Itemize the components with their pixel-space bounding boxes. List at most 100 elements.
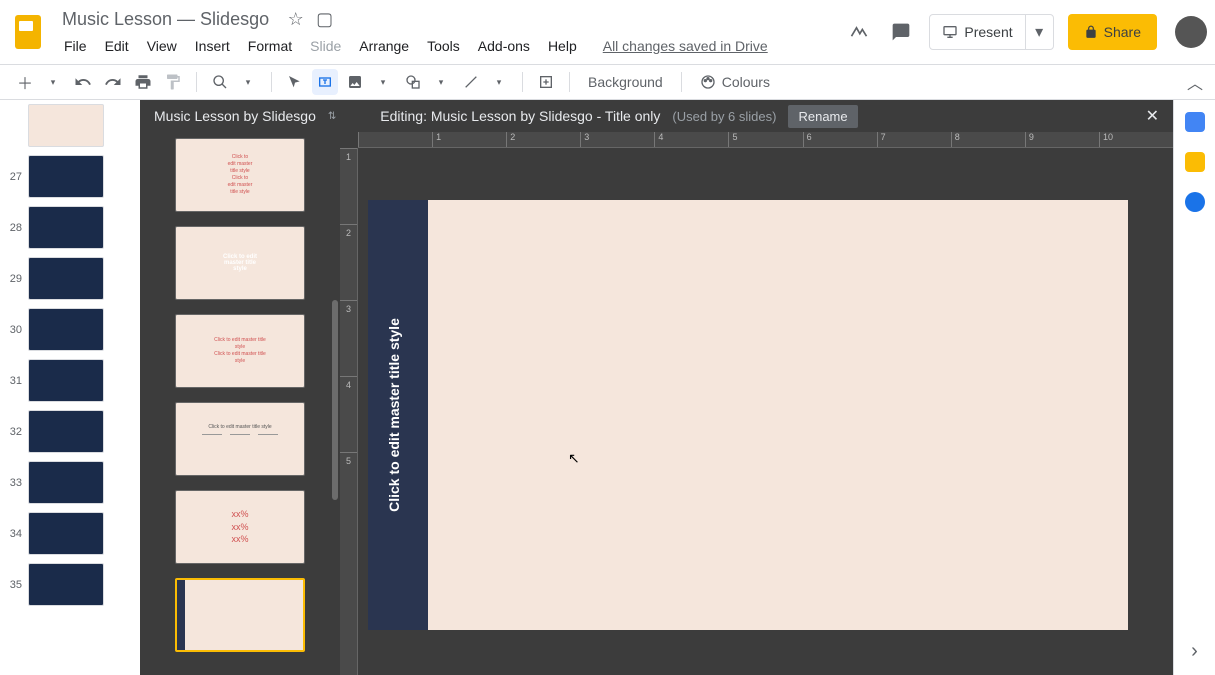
- expand-sidepanel-icon[interactable]: ›: [1191, 640, 1198, 663]
- slide-number: 28: [8, 222, 22, 234]
- layout-thumb[interactable]: xx%xx%xx%: [175, 490, 305, 564]
- slide-thumb[interactable]: [28, 206, 104, 249]
- slide-thumb[interactable]: [28, 257, 104, 300]
- tasks-addon-icon[interactable]: [1185, 192, 1205, 212]
- zoom-dropdown[interactable]: ▾: [235, 69, 261, 95]
- slide-row[interactable]: 34: [8, 512, 140, 555]
- slide-number: 32: [8, 426, 22, 438]
- slide-thumb[interactable]: [28, 104, 104, 147]
- line-tool[interactable]: [458, 69, 484, 95]
- master-title-placeholder[interactable]: Click to edit master title style: [386, 318, 402, 512]
- slide-row[interactable]: 33: [8, 461, 140, 504]
- share-label: Share: [1104, 24, 1141, 40]
- slide-thumb[interactable]: [28, 155, 104, 198]
- menu-arrange[interactable]: Arrange: [351, 34, 417, 58]
- menu-slide: Slide: [302, 34, 349, 58]
- layout-thumb[interactable]: [175, 578, 305, 652]
- comments-icon[interactable]: [887, 18, 915, 46]
- slide-row[interactable]: 32: [8, 410, 140, 453]
- textbox-tool[interactable]: [312, 69, 338, 95]
- slide-number: 27: [8, 171, 22, 183]
- slide-thumb[interactable]: [28, 410, 104, 453]
- cursor-icon: ↖: [568, 450, 580, 467]
- slide-thumb[interactable]: [28, 563, 104, 606]
- menu-tools[interactable]: Tools: [419, 34, 468, 58]
- layout-thumb[interactable]: Click toedit mastertitle styleClick toed…: [175, 138, 305, 212]
- star-icon[interactable]: ☆: [288, 9, 304, 29]
- colours-button[interactable]: Colours: [692, 74, 778, 90]
- present-label: Present: [964, 24, 1012, 40]
- canvas-area: 12345678910 12345 Click to edit master t…: [340, 100, 1173, 675]
- present-button[interactable]: Present: [930, 15, 1024, 49]
- filmstrip[interactable]: 27 28 29 30 31 32 33 34 35: [0, 100, 140, 675]
- master-dropdown-icon[interactable]: ⇅: [328, 111, 336, 122]
- layout-thumb[interactable]: Click to editmaster titlestyle: [175, 226, 305, 300]
- slide-canvas[interactable]: Click to edit master title style ↖: [368, 200, 1128, 630]
- activity-icon[interactable]: [845, 18, 873, 46]
- select-tool[interactable]: [282, 69, 308, 95]
- close-master-icon[interactable]: ✕: [1146, 106, 1159, 126]
- new-slide-button[interactable]: ＋: [12, 69, 38, 95]
- zoom-button[interactable]: [207, 69, 233, 95]
- image-tool[interactable]: [342, 69, 368, 95]
- menu-file[interactable]: File: [56, 34, 95, 58]
- redo-button[interactable]: [100, 69, 126, 95]
- slide-row[interactable]: 35: [8, 563, 140, 606]
- slide-row[interactable]: 28: [8, 206, 140, 249]
- paint-format-button[interactable]: [160, 69, 186, 95]
- insert-placeholder-button[interactable]: [533, 69, 559, 95]
- layout-thumb[interactable]: Click to edit master titlestyleClick to …: [175, 314, 305, 388]
- rename-button[interactable]: Rename: [788, 105, 857, 128]
- print-button[interactable]: [130, 69, 156, 95]
- ruler-vertical: 12345: [340, 148, 358, 675]
- menubar: File Edit View Insert Format Slide Arran…: [56, 34, 845, 58]
- slide-row[interactable]: 30: [8, 308, 140, 351]
- toolbar: ＋▾ ▾ ▾ ▾ ▾ Background Colours ︿: [0, 64, 1215, 100]
- present-dropdown[interactable]: ▾: [1025, 15, 1053, 49]
- ruler-horizontal: 12345678910: [358, 132, 1173, 148]
- keep-addon-icon[interactable]: [1185, 152, 1205, 172]
- slide-number: 33: [8, 477, 22, 489]
- master-panel-title: Music Lesson by Slidesgo: [154, 108, 316, 124]
- slide-row[interactable]: 29: [8, 257, 140, 300]
- menu-format[interactable]: Format: [240, 34, 300, 58]
- menu-help[interactable]: Help: [540, 34, 585, 58]
- menu-edit[interactable]: Edit: [97, 34, 137, 58]
- slide-thumb[interactable]: [28, 359, 104, 402]
- background-button[interactable]: Background: [580, 74, 671, 90]
- right-sidebar: ›: [1173, 100, 1215, 675]
- undo-button[interactable]: [70, 69, 96, 95]
- slide-thumb[interactable]: [28, 461, 104, 504]
- slide-number: 34: [8, 528, 22, 540]
- doc-title[interactable]: Music Lesson — Slidesgo: [56, 7, 275, 32]
- slide-row[interactable]: [8, 104, 140, 147]
- save-status[interactable]: All changes saved in Drive: [603, 38, 768, 54]
- image-dropdown[interactable]: ▾: [370, 69, 396, 95]
- layout-strip[interactable]: Click toedit mastertitle styleClick toed…: [140, 100, 340, 675]
- scrollbar-thumb[interactable]: [332, 300, 338, 500]
- shape-tool[interactable]: [400, 69, 426, 95]
- used-by-label: (Used by 6 slides): [672, 109, 776, 124]
- layout-thumb[interactable]: Click to edit master title style: [175, 402, 305, 476]
- collapse-toolbar-icon[interactable]: ︿: [1187, 70, 1203, 94]
- slide-row[interactable]: 27: [8, 155, 140, 198]
- share-button[interactable]: Share: [1068, 14, 1157, 50]
- menu-insert[interactable]: Insert: [187, 34, 238, 58]
- shape-dropdown[interactable]: ▾: [428, 69, 454, 95]
- menu-view[interactable]: View: [139, 34, 185, 58]
- move-folder-icon[interactable]: ▢: [316, 9, 333, 29]
- calendar-addon-icon[interactable]: [1185, 112, 1205, 132]
- slide-number: 29: [8, 273, 22, 285]
- new-slide-dropdown[interactable]: ▾: [40, 69, 66, 95]
- menu-addons[interactable]: Add-ons: [470, 34, 538, 58]
- editing-label: Editing: Music Lesson by Slidesgo - Titl…: [380, 108, 660, 124]
- slide-number: 30: [8, 324, 22, 336]
- slides-logo[interactable]: [8, 12, 48, 52]
- slide-row[interactable]: 31: [8, 359, 140, 402]
- slide-number: 35: [8, 579, 22, 591]
- slide-number: 31: [8, 375, 22, 387]
- slide-thumb[interactable]: [28, 308, 104, 351]
- slide-thumb[interactable]: [28, 512, 104, 555]
- user-avatar[interactable]: [1175, 16, 1207, 48]
- line-dropdown[interactable]: ▾: [486, 69, 512, 95]
